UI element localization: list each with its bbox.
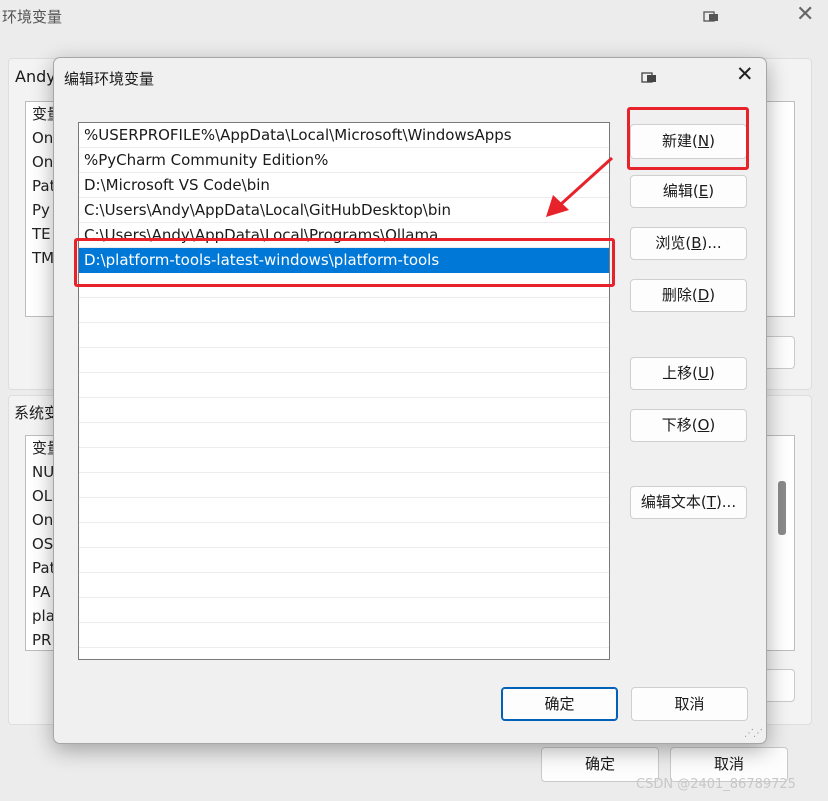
- button-suffix: ): [708, 182, 715, 200]
- button-label: 下移(: [661, 416, 698, 434]
- path-list[interactable]: %USERPROFILE%\AppData\Local\Microsoft\Wi…: [78, 122, 610, 660]
- empty-row[interactable]: [79, 423, 609, 448]
- empty-row[interactable]: [79, 573, 609, 598]
- button-label: 编辑文本(: [640, 493, 707, 511]
- watermark: CSDN @2401_86789725: [636, 777, 796, 792]
- accelerator-key: E: [698, 182, 709, 200]
- edit-text-button[interactable]: 编辑文本(T)...: [630, 486, 747, 519]
- restore-icon[interactable]: [641, 72, 658, 83]
- annotation-highlight-selected-path: [74, 238, 615, 287]
- close-icon[interactable]: ✕: [736, 64, 754, 85]
- empty-row[interactable]: [79, 598, 609, 623]
- empty-row[interactable]: [79, 523, 609, 548]
- button-label: 删除(: [661, 286, 698, 304]
- resize-grip-icon[interactable]: ⋰⋰: [744, 729, 763, 739]
- move-up-button[interactable]: 上移(U): [630, 357, 747, 390]
- dialog-title: 编辑环境变量: [64, 70, 155, 88]
- annotation-highlight-new-button: [627, 107, 749, 170]
- button-suffix: ): [709, 416, 716, 434]
- empty-row[interactable]: [79, 473, 609, 498]
- accelerator-key: O: [697, 416, 710, 434]
- delete-button[interactable]: 删除(D): [630, 279, 747, 312]
- empty-row[interactable]: [79, 298, 609, 323]
- path-row[interactable]: C:\Users\Andy\AppData\Local\GitHubDeskto…: [79, 198, 609, 223]
- path-row[interactable]: D:\Microsoft VS Code\bin: [79, 173, 609, 198]
- button-label: 编辑(: [662, 182, 699, 200]
- move-down-button[interactable]: 下移(O): [630, 409, 747, 442]
- empty-row[interactable]: [79, 498, 609, 523]
- system-list-scrollbar[interactable]: [778, 481, 786, 535]
- restore-icon[interactable]: [703, 11, 720, 22]
- accelerator-key: T: [706, 493, 716, 511]
- empty-row[interactable]: [79, 548, 609, 573]
- path-row[interactable]: %PyCharm Community Edition%: [79, 148, 609, 173]
- path-row[interactable]: %USERPROFILE%\AppData\Local\Microsoft\Wi…: [79, 123, 609, 148]
- empty-row[interactable]: [79, 348, 609, 373]
- empty-row[interactable]: [79, 323, 609, 348]
- button-suffix: ): [708, 364, 715, 382]
- empty-row[interactable]: [79, 623, 609, 648]
- empty-row[interactable]: [79, 373, 609, 398]
- empty-row[interactable]: [79, 398, 609, 423]
- cancel-button[interactable]: 取消: [631, 687, 748, 721]
- button-suffix: ): [709, 286, 716, 304]
- empty-row[interactable]: [79, 448, 609, 473]
- browse-button[interactable]: 浏览(B)...: [630, 227, 747, 260]
- accelerator-key: D: [697, 286, 710, 304]
- button-label: 浏览(: [655, 234, 692, 252]
- button-suffix: )...: [701, 234, 722, 252]
- accelerator-key: U: [698, 364, 709, 382]
- background-close-icon[interactable]: ✕: [796, 4, 814, 26]
- edit-button[interactable]: 编辑(E): [630, 175, 747, 208]
- user-variables-label: Andy: [15, 67, 56, 86]
- empty-row[interactable]: [79, 648, 609, 659]
- background-window-title: 环境变量: [2, 8, 63, 26]
- accelerator-key: B: [691, 234, 702, 252]
- button-label: 上移(: [662, 364, 698, 382]
- ok-button[interactable]: 确定: [501, 687, 618, 721]
- button-suffix: )...: [715, 493, 737, 511]
